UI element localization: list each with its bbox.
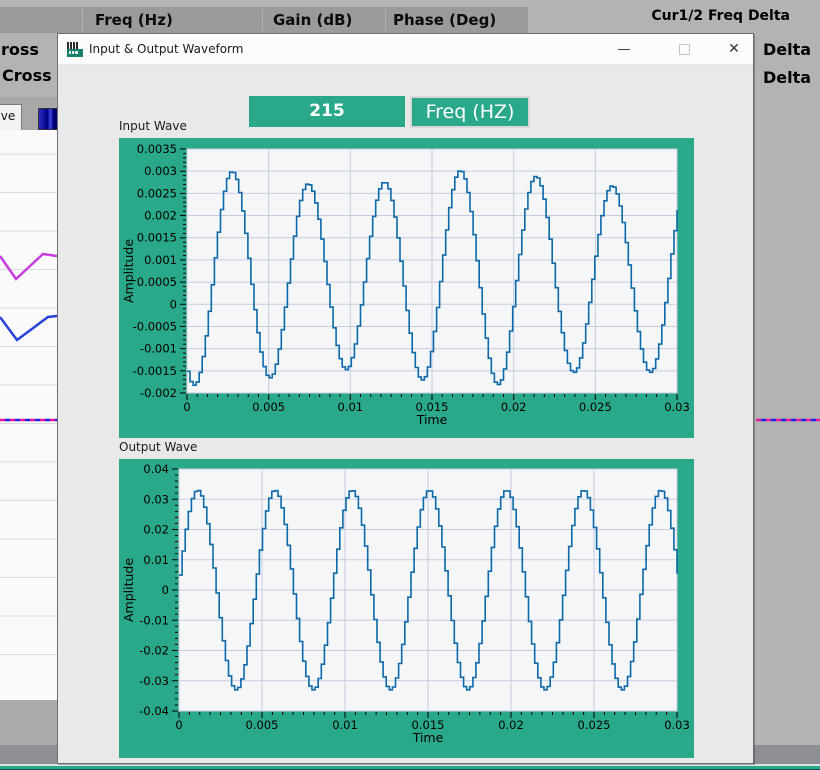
svg-text:0.03: 0.03	[664, 718, 690, 732]
svg-text:0.025: 0.025	[579, 400, 612, 414]
row-label-delta-2: Delta	[763, 68, 811, 87]
maximize-button[interactable]	[669, 34, 699, 65]
svg-text:0.003: 0.003	[144, 164, 177, 178]
svg-text:0.001: 0.001	[144, 253, 177, 267]
svg-text:0.005: 0.005	[252, 400, 285, 414]
svg-text:0: 0	[183, 400, 190, 414]
input-wave-graph: 00.0050.010.0150.020.0250.030.00350.0030…	[119, 138, 694, 438]
input-wave-title: Input Wave	[119, 119, 187, 133]
svg-text:0: 0	[175, 718, 182, 732]
close-icon: ✕	[728, 41, 740, 57]
svg-text:-0.04: -0.04	[139, 704, 169, 718]
svg-text:0.01: 0.01	[338, 400, 364, 414]
header-col-gain: Gain (dB)	[273, 11, 352, 29]
frequency-value-indicator: 215	[249, 96, 405, 127]
svg-text:0.005: 0.005	[246, 718, 279, 732]
background-mini-chart	[0, 130, 57, 700]
svg-text:-0.002: -0.002	[140, 386, 177, 400]
svg-text:0.04: 0.04	[143, 462, 169, 476]
svg-text:0.01: 0.01	[143, 553, 169, 567]
background-bottom-teal-bar	[0, 766, 820, 770]
svg-text:-0.01: -0.01	[139, 613, 169, 627]
header-col-phase: Phase (Deg)	[393, 11, 496, 29]
svg-text:0.025: 0.025	[578, 718, 611, 732]
output-wave-title: Output Wave	[119, 440, 197, 454]
waveform-dialog: Input & Output Waveform — ✕ 215 Freq (HZ…	[57, 33, 754, 764]
maximize-icon	[679, 44, 690, 55]
minimize-icon: —	[618, 42, 631, 57]
window-title: Input & Output Waveform	[89, 34, 243, 65]
svg-text:Amplitude: Amplitude	[121, 239, 136, 303]
svg-text:0.02: 0.02	[143, 523, 169, 537]
svg-text:0.0005: 0.0005	[137, 275, 177, 289]
svg-text:0.0025: 0.0025	[137, 186, 177, 200]
svg-text:Amplitude: Amplitude	[121, 558, 136, 622]
output-wave-plot: 00.0050.010.0150.020.0250.030.040.030.02…	[119, 459, 694, 758]
svg-text:0.0015: 0.0015	[137, 231, 177, 245]
svg-text:-0.001: -0.001	[140, 342, 177, 356]
labview-icon	[67, 42, 83, 57]
frequency-unit-label: Freq (HZ)	[410, 96, 530, 128]
row-label-cross-2: Cross	[2, 66, 52, 85]
row-label-delta-1: Delta	[763, 40, 811, 59]
row-label-cross-1: ross	[1, 40, 39, 59]
close-button[interactable]: ✕	[719, 34, 749, 65]
background-partial-button[interactable]: ve	[0, 104, 22, 131]
svg-text:0.01: 0.01	[332, 718, 358, 732]
svg-text:0.02: 0.02	[498, 718, 524, 732]
svg-text:-0.0005: -0.0005	[133, 319, 177, 333]
title-bar[interactable]: Input & Output Waveform — ✕	[58, 34, 753, 65]
output-wave-graph: 00.0050.010.0150.020.0250.030.040.030.02…	[119, 459, 694, 758]
input-wave-plot: 00.0050.010.0150.020.0250.030.00350.0030…	[119, 138, 694, 438]
svg-text:Time: Time	[412, 730, 444, 745]
minimize-button[interactable]: —	[609, 34, 639, 65]
header-col-freq: Freq (Hz)	[95, 11, 173, 29]
svg-text:-0.03: -0.03	[139, 674, 169, 688]
svg-text:0.002: 0.002	[144, 209, 177, 223]
svg-text:-0.02: -0.02	[139, 644, 169, 658]
header-separator	[385, 9, 386, 31]
background-dash-line-right	[756, 418, 820, 422]
screen: { "window": { "title": "Input & Output W…	[0, 0, 820, 770]
cur-freq-delta-label: Cur1/2 Freq Delta	[651, 8, 790, 24]
header-separator	[262, 9, 263, 31]
background-top-strip	[0, 0, 820, 7]
header-separator	[82, 9, 83, 31]
background-bottom-gray-block	[0, 700, 57, 746]
svg-text:0.03: 0.03	[664, 400, 690, 414]
svg-text:0.0035: 0.0035	[137, 142, 177, 156]
svg-text:0: 0	[162, 583, 169, 597]
svg-text:-0.0015: -0.0015	[133, 364, 177, 378]
svg-text:Time: Time	[416, 412, 448, 427]
svg-text:0: 0	[170, 297, 177, 311]
svg-text:0.03: 0.03	[143, 492, 169, 506]
svg-text:0.02: 0.02	[501, 400, 527, 414]
